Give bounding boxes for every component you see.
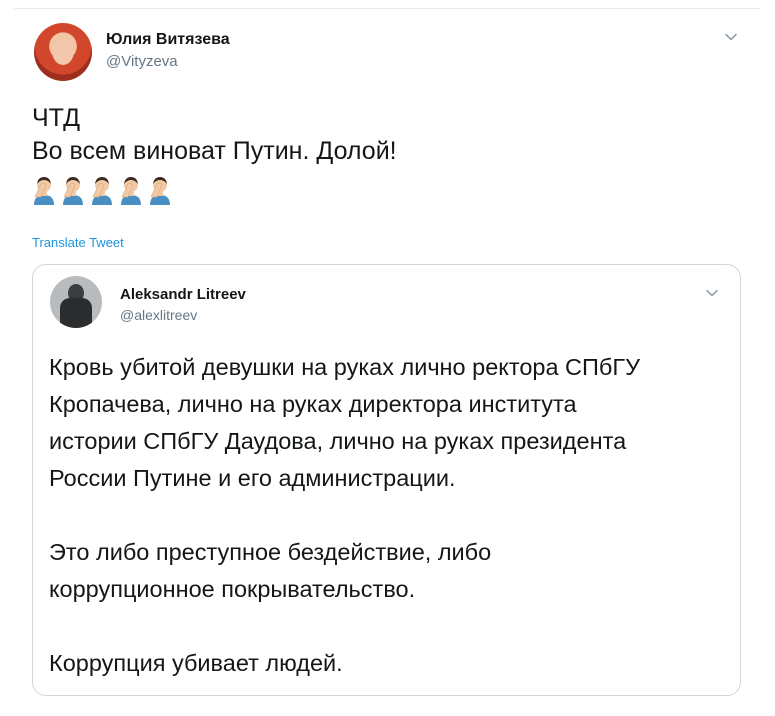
quoted-text-line: Коррупция убивает людей.	[49, 650, 343, 676]
quoted-author-handle[interactable]: @alexlitreev	[120, 307, 197, 323]
quoted-text-line: истории СПбГУ Даудова, лично на руках пр…	[49, 428, 627, 454]
author-name[interactable]: Юлия Витязева	[106, 31, 230, 49]
emoji-row	[32, 175, 172, 205]
quoted-text-line: Это либо преступное бездействие, либо	[49, 539, 492, 565]
quoted-author-name[interactable]: Aleksandr Litreev	[120, 286, 246, 303]
chevron-down-icon[interactable]	[704, 285, 720, 301]
facepalm-icon	[63, 177, 83, 205]
tweet-text-line: ЧТД	[32, 104, 81, 132]
facepalm-icon	[92, 177, 112, 205]
tweet-text: ЧТД Во всем виноват Путин. Долой!	[32, 102, 397, 168]
quoted-author-avatar[interactable]	[50, 276, 102, 328]
quoted-text-line: коррупционное покрывательство.	[49, 576, 416, 602]
quoted-text-line: Кровь убитой девушки на руках лично рект…	[49, 354, 641, 380]
translate-tweet-link[interactable]: Translate Tweet	[32, 235, 124, 250]
author-avatar[interactable]	[34, 23, 92, 81]
quoted-tweet-text: Кровь убитой девушки на руках лично рект…	[49, 349, 729, 682]
quoted-text-line: России Путине и его администрации.	[49, 465, 456, 491]
quoted-tweet[interactable]: Aleksandr Litreev @alexlitreev Кровь уби…	[32, 264, 741, 696]
facepalm-icon	[150, 177, 170, 205]
tweet-text-line: Во всем виноват Путин. Долой!	[32, 137, 397, 165]
author-handle[interactable]: @Vityzeva	[106, 53, 178, 70]
facepalm-icon	[121, 177, 141, 205]
quoted-text-line: Кропачева, лично на руках директора инст…	[49, 391, 577, 417]
tweet: Юлия Витязева @Vityzeva ЧТД Во всем вино…	[14, 9, 761, 716]
facepalm-icon	[34, 177, 54, 205]
chevron-down-icon[interactable]	[723, 29, 739, 45]
